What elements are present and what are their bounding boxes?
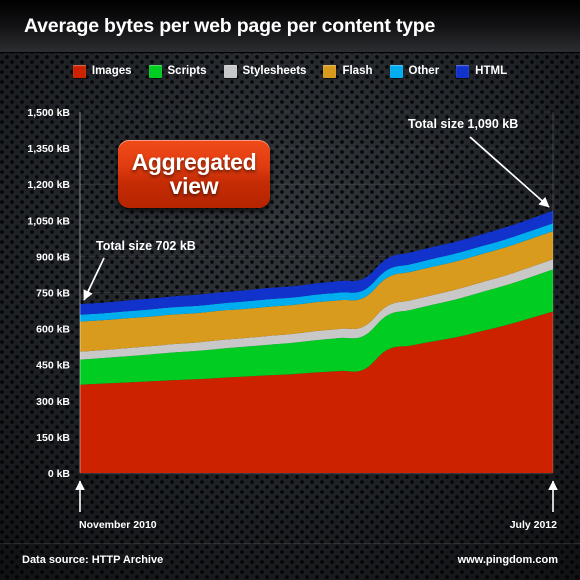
y-axis-tick-label: 600 kB (36, 324, 70, 336)
chart-infographic: Average bytes per web page per content t… (0, 0, 580, 580)
site-label: www.pingdom.com (457, 554, 559, 566)
footer-divider (0, 543, 580, 544)
x-axis-tick-label: July 2012 (510, 519, 557, 531)
y-axis-tick-label: 1,500 kB (27, 107, 70, 119)
y-axis-tick-label: 300 kB (36, 396, 70, 408)
y-axis-tick-label: 150 kB (36, 432, 70, 444)
annotation-leader-end (469, 136, 550, 208)
y-axis-tick-label: 450 kB (36, 360, 70, 372)
y-axis-tick-label: 1,050 kB (27, 215, 70, 227)
stacked-area-chart: 0 kB 150 kB 300 kB 450 kB 600 kB 750 kB 900 kB… (22, 107, 559, 566)
y-axis-tick-label: 1,350 kB (27, 143, 70, 155)
y-axis-tick-label: 750 kB (36, 288, 70, 300)
aggregated-view-badge: Aggregated view (118, 140, 270, 208)
y-axis-tick-label: 900 kB (36, 251, 70, 263)
annotation-end-total: Total size 1,090 kB (408, 117, 518, 131)
y-axis-tick-label: 1,200 kB (27, 179, 70, 191)
x-axis-tick-label: November 2010 (79, 519, 157, 531)
annotation-leader-start (83, 257, 105, 301)
badge-line-1: Aggregated (131, 148, 257, 175)
y-axis-labels: 0 kB 150 kB 300 kB 450 kB 600 kB 750 kB 900 kB… (27, 107, 70, 480)
badge-line-2: view (169, 173, 219, 199)
plot-area: 0 kB 150 kB 300 kB 450 kB 600 kB 750 kB 900 kB… (0, 0, 580, 580)
annotation-start-total: Total size 702 kB (96, 239, 196, 253)
data-source-label: Data source: HTTP Archive (22, 554, 163, 566)
y-axis-tick-label: 0 kB (48, 468, 71, 480)
x-axis-markers: November 2010 July 2012 (75, 480, 558, 531)
